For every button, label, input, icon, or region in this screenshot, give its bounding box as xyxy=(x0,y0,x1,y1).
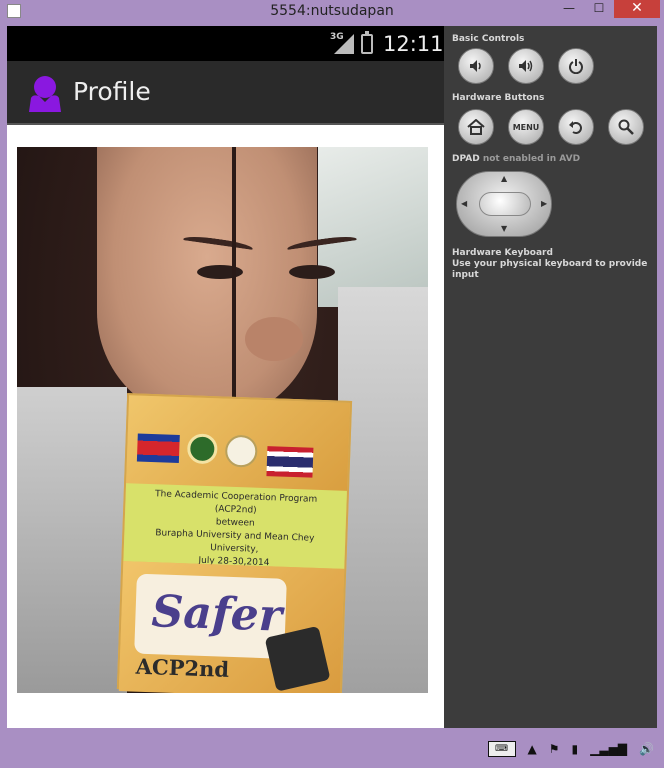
status-bar: 3G 12:11 xyxy=(7,26,444,61)
back-button[interactable] xyxy=(558,109,594,145)
volume-up-button[interactable] xyxy=(508,48,544,84)
photo-brow-left xyxy=(182,234,254,254)
dpad-up-icon: ▲ xyxy=(501,174,508,183)
photo-shirt-left xyxy=(17,387,127,693)
back-icon xyxy=(569,121,582,134)
cambodia-flag-icon xyxy=(136,433,180,464)
keyboard-note-desc: Use your physical keyboard to provide in… xyxy=(452,259,648,280)
window-titlebar: 5554:nutsudapan — ☐ ✕ xyxy=(0,0,664,24)
system-tray: ⌨ ▲ ⚑ ▮ ▁▃▅▇ 🔊 xyxy=(487,740,654,758)
signal-icon[interactable]: ▁▃▅▇ xyxy=(590,742,627,756)
power-icon xyxy=(569,59,583,74)
status-time: 12:11 xyxy=(383,32,444,56)
badge-name: Safer xyxy=(150,586,283,642)
volume-down-button[interactable] xyxy=(458,48,494,84)
chevron-up-icon[interactable]: ▲ xyxy=(528,742,537,756)
home-icon xyxy=(467,119,485,135)
search-button[interactable] xyxy=(608,109,644,145)
minimize-button[interactable]: — xyxy=(556,0,582,18)
search-icon xyxy=(618,119,634,135)
dpad-down-icon: ▼ xyxy=(501,224,508,233)
dpad-right-icon: ▶ xyxy=(541,199,548,208)
dpad-left-icon: ◀ xyxy=(461,199,468,208)
keyboard-note-title: Hardware Keyboard xyxy=(452,248,553,258)
profile-photo[interactable]: The Academic Cooperation Program (ACP2nd… xyxy=(17,147,428,693)
power-button[interactable] xyxy=(558,48,594,84)
page-title: Profile xyxy=(73,77,151,106)
battery-icon[interactable]: ▮ xyxy=(572,742,579,756)
close-button[interactable]: ✕ xyxy=(614,0,660,18)
photo-eye-right xyxy=(289,265,335,279)
emulator-window: 3G 12:11 Profile The Academic Cooperatio… xyxy=(7,26,657,728)
photo-eye-left xyxy=(197,265,243,279)
flag-icon[interactable]: ⚑ xyxy=(549,742,560,756)
volume-up-icon xyxy=(519,60,533,72)
dpad-label: DPAD not enabled in AVD xyxy=(452,154,580,164)
emulator-controls: Basic Controls Hardware Buttons MENU DPA… xyxy=(444,26,657,728)
photo-nose xyxy=(245,317,303,361)
device-screen: 3G 12:11 Profile The Academic Cooperatio… xyxy=(7,26,444,728)
action-bar: Profile xyxy=(7,61,444,125)
profile-content: The Academic Cooperation Program (ACP2nd… xyxy=(7,127,444,728)
signal-icon xyxy=(334,34,354,54)
speaker-icon[interactable]: 🔊 xyxy=(639,742,654,756)
photo-badge: The Academic Cooperation Program (ACP2nd… xyxy=(116,393,353,693)
menu-button[interactable]: MENU xyxy=(508,109,544,145)
hardware-buttons-label: Hardware Buttons xyxy=(452,93,545,103)
photo-shirt-right xyxy=(338,287,428,693)
taskbar: ⌨ ▲ ⚑ ▮ ▁▃▅▇ 🔊 xyxy=(0,728,664,768)
basic-controls-label: Basic Controls xyxy=(452,34,525,44)
keyboard-icon[interactable]: ⌨ xyxy=(487,741,516,757)
thailand-flag-icon xyxy=(266,446,314,478)
dpad-label-bold: DPAD xyxy=(452,154,480,164)
badge-description: The Academic Cooperation Program (ACP2nd… xyxy=(123,483,347,569)
dpad-label-note: not enabled in AVD xyxy=(479,154,581,164)
dpad-control[interactable]: ▲ ▼ ◀ ▶ xyxy=(456,171,552,237)
person-icon[interactable] xyxy=(25,74,65,114)
dpad-center-button[interactable] xyxy=(479,192,531,216)
volume-down-icon xyxy=(470,60,481,72)
photo-hair-strand xyxy=(232,147,236,417)
keyboard-note: Hardware Keyboard Use your physical keyb… xyxy=(452,248,657,281)
maximize-button[interactable]: ☐ xyxy=(586,0,612,18)
badge-code: ACP2nd xyxy=(135,653,230,682)
photo-face xyxy=(97,147,358,422)
home-button[interactable] xyxy=(458,109,494,145)
battery-icon xyxy=(361,31,373,54)
photo-background-window xyxy=(318,147,428,307)
